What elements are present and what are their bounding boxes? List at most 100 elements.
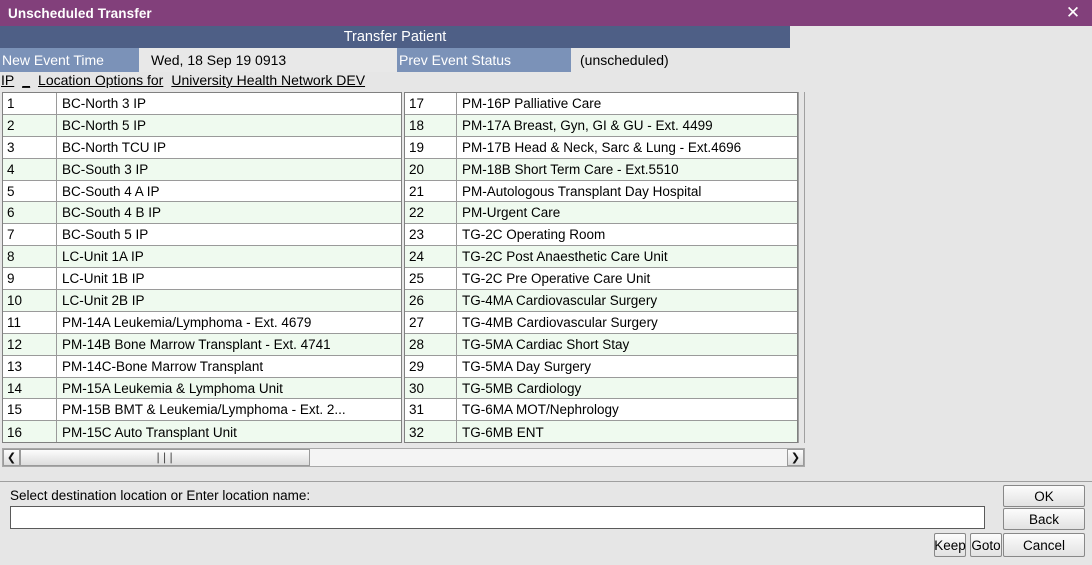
location-row-name: BC-North 3 IP <box>62 95 147 111</box>
location-row-name: PM-15A Leukemia & Lymphoma Unit <box>62 380 283 396</box>
location-row[interactable]: 31 TG-6MA MOT/Nephrology <box>405 399 797 422</box>
location-list-right[interactable]: 17 PM-16P Palliative Care 18 PM-17A Breast,… <box>404 92 798 443</box>
location-row[interactable]: 17 PM-16P Palliative Care <box>405 93 797 115</box>
scrollbar-grip-icon: ∣∣∣ <box>155 451 175 464</box>
prev-event-status-label: Prev Event Status <box>397 48 571 72</box>
location-row-name: BC-South 4 B IP <box>62 205 162 221</box>
location-row-number: 23 <box>405 224 457 246</box>
location-row[interactable]: 24 TG-2C Post Anaesthetic Care Unit <box>405 246 797 269</box>
location-row[interactable]: 13 PM-14C-Bone Marrow Transplant <box>3 355 401 378</box>
location-row-name: TG-2C Post Anaesthetic Care Unit <box>462 249 668 265</box>
location-row[interactable]: 4 BC-South 3 IP <box>3 158 401 181</box>
prev-event-status-value: (unscheduled) <box>580 52 669 68</box>
location-row-number: 31 <box>405 399 457 421</box>
window-title: Unscheduled Transfer <box>8 5 152 21</box>
location-row[interactable]: 7 BC-South 5 IP <box>3 224 401 247</box>
location-row-name: TG-4MB Cardiovascular Surgery <box>462 314 658 330</box>
close-icon[interactable]: ✕ <box>1064 4 1082 22</box>
location-row-number: 26 <box>405 290 457 311</box>
location-row-name: PM-14A Leukemia/Lymphoma - Ext. 4679 <box>62 314 312 330</box>
location-row-number: 5 <box>3 180 57 202</box>
location-row-name: PM-15C Auto Transplant Unit <box>62 424 237 440</box>
location-row[interactable]: 14 PM-15A Leukemia & Lymphoma Unit <box>3 377 401 400</box>
location-row-number: 15 <box>3 399 57 421</box>
location-row[interactable]: 16 PM-15C Auto Transplant Unit <box>3 421 401 442</box>
location-row-number: 22 <box>405 202 457 224</box>
location-options-text[interactable]: Location Options for <box>38 72 163 88</box>
vertical-scrollbar[interactable] <box>798 92 805 443</box>
location-row[interactable]: 15 PM-15B BMT & Leukemia/Lymphoma - Ext. … <box>3 399 401 422</box>
location-row-number: 6 <box>3 202 57 224</box>
location-row-number: 7 <box>3 224 57 246</box>
location-row-name: TG-5MA Cardiac Short Stay <box>462 336 630 352</box>
location-row[interactable]: 30 TG-5MB Cardiology <box>405 377 797 400</box>
location-row-number: 28 <box>405 333 457 355</box>
location-row[interactable]: 21 PM-Autologous Transplant Day Hospital <box>405 180 797 203</box>
location-row-name: BC-North 5 IP <box>62 117 147 133</box>
location-row[interactable]: 18 PM-17A Breast, Gyn, GI & GU - Ext. 449… <box>405 114 797 137</box>
location-row-number: 11 <box>3 311 57 333</box>
horizontal-scrollbar-thumb[interactable]: ∣∣∣ <box>20 449 310 466</box>
location-row-number: 32 <box>405 421 457 442</box>
location-row[interactable]: 23 TG-2C Operating Room <box>405 224 797 247</box>
horizontal-scrollbar[interactable]: ❮ ∣∣∣ ❯ <box>2 448 805 467</box>
location-row[interactable]: 11 PM-14A Leukemia/Lymphoma - Ext. 4679 <box>3 311 401 334</box>
location-row[interactable]: 10 LC-Unit 2B IP <box>3 290 401 312</box>
event-field-row: New Event Time Wed, 18 Sep 19 0913 Prev … <box>0 48 1092 72</box>
location-row[interactable]: 1 BC-North 3 IP <box>3 93 401 115</box>
organization-name[interactable]: University Health Network DEV <box>171 72 365 88</box>
cancel-button[interactable]: Cancel <box>1003 533 1085 557</box>
goto-button[interactable]: Goto <box>970 533 1002 557</box>
ok-button[interactable]: OK <box>1003 485 1085 507</box>
location-row-number: 12 <box>3 333 57 355</box>
location-row-number: 8 <box>3 246 57 268</box>
location-row-number: 18 <box>405 114 457 136</box>
location-row-number: 4 <box>3 158 57 180</box>
location-row[interactable]: 8 LC-Unit 1A IP <box>3 246 401 269</box>
back-button[interactable]: Back <box>1003 508 1085 530</box>
location-row-number: 30 <box>405 377 457 399</box>
location-row-name: PM-15B BMT & Leukemia/Lymphoma - Ext. 2.… <box>62 402 346 418</box>
location-row-name: PM-Urgent Care <box>462 205 561 221</box>
location-row[interactable]: 27 TG-4MB Cardiovascular Surgery <box>405 311 797 334</box>
location-row[interactable]: 29 TG-5MA Day Surgery <box>405 355 797 378</box>
location-row-name: TG-6MA MOT/Nephrology <box>462 402 619 418</box>
location-row-name: TG-6MB ENT <box>462 424 544 440</box>
location-row-name: LC-Unit 2B IP <box>62 292 145 308</box>
location-row-number: 27 <box>405 311 457 333</box>
location-row-name: PM-Autologous Transplant Day Hospital <box>462 183 702 199</box>
location-row[interactable]: 6 BC-South 4 B IP <box>3 202 401 225</box>
new-event-time-value[interactable]: Wed, 18 Sep 19 0913 <box>139 48 397 72</box>
location-row-name: BC-South 5 IP <box>62 227 149 243</box>
location-row[interactable]: 5 BC-South 4 A IP <box>3 180 401 203</box>
destination-prompt-label: Select destination location or Enter loc… <box>10 488 311 503</box>
location-row-name: TG-4MA Cardiovascular Surgery <box>462 292 658 308</box>
scroll-left-icon[interactable]: ❮ <box>3 449 20 466</box>
location-row-number: 29 <box>405 355 457 377</box>
location-row[interactable]: 12 PM-14B Bone Marrow Transplant - Ext. 4… <box>3 333 401 356</box>
location-row[interactable]: 19 PM-17B Head & Neck, Sarc & Lung - Ext.… <box>405 136 797 159</box>
scope-link-ip[interactable]: IP <box>1 72 14 88</box>
keep-button[interactable]: Keep <box>934 533 966 557</box>
destination-location-input[interactable] <box>10 506 985 529</box>
location-row[interactable]: 26 TG-4MA Cardiovascular Surgery <box>405 290 797 312</box>
location-row-name: BC-North TCU IP <box>62 139 167 155</box>
location-row-number: 10 <box>3 290 57 311</box>
horizontal-scrollbar-track[interactable]: ∣∣∣ <box>20 449 787 466</box>
location-row[interactable]: 20 PM-18B Short Term Care - Ext.5510 <box>405 158 797 181</box>
location-list-left[interactable]: 1 BC-North 3 IP 2 BC-North 5 IP 3 BC-North TC… <box>2 92 402 443</box>
location-row[interactable]: 28 TG-5MA Cardiac Short Stay <box>405 333 797 356</box>
location-row-name: PM-17B Head & Neck, Sarc & Lung - Ext.46… <box>462 139 742 155</box>
location-row[interactable]: 2 BC-North 5 IP <box>3 114 401 137</box>
location-row[interactable]: 9 LC-Unit 1B IP <box>3 268 401 291</box>
location-row-name: BC-South 3 IP <box>62 161 149 177</box>
scroll-right-icon[interactable]: ❯ <box>787 449 804 466</box>
location-row-number: 13 <box>3 355 57 377</box>
location-row[interactable]: 22 PM-Urgent Care <box>405 202 797 225</box>
location-row-name: PM-18B Short Term Care - Ext.5510 <box>462 161 679 177</box>
location-row[interactable]: 3 BC-North TCU IP <box>3 136 401 159</box>
window-title-bar: Unscheduled Transfer ✕ <box>0 0 1092 26</box>
location-row-name: TG-5MB Cardiology <box>462 380 582 396</box>
location-row[interactable]: 25 TG-2C Pre Operative Care Unit <box>405 268 797 291</box>
location-row[interactable]: 32 TG-6MB ENT <box>405 421 797 442</box>
